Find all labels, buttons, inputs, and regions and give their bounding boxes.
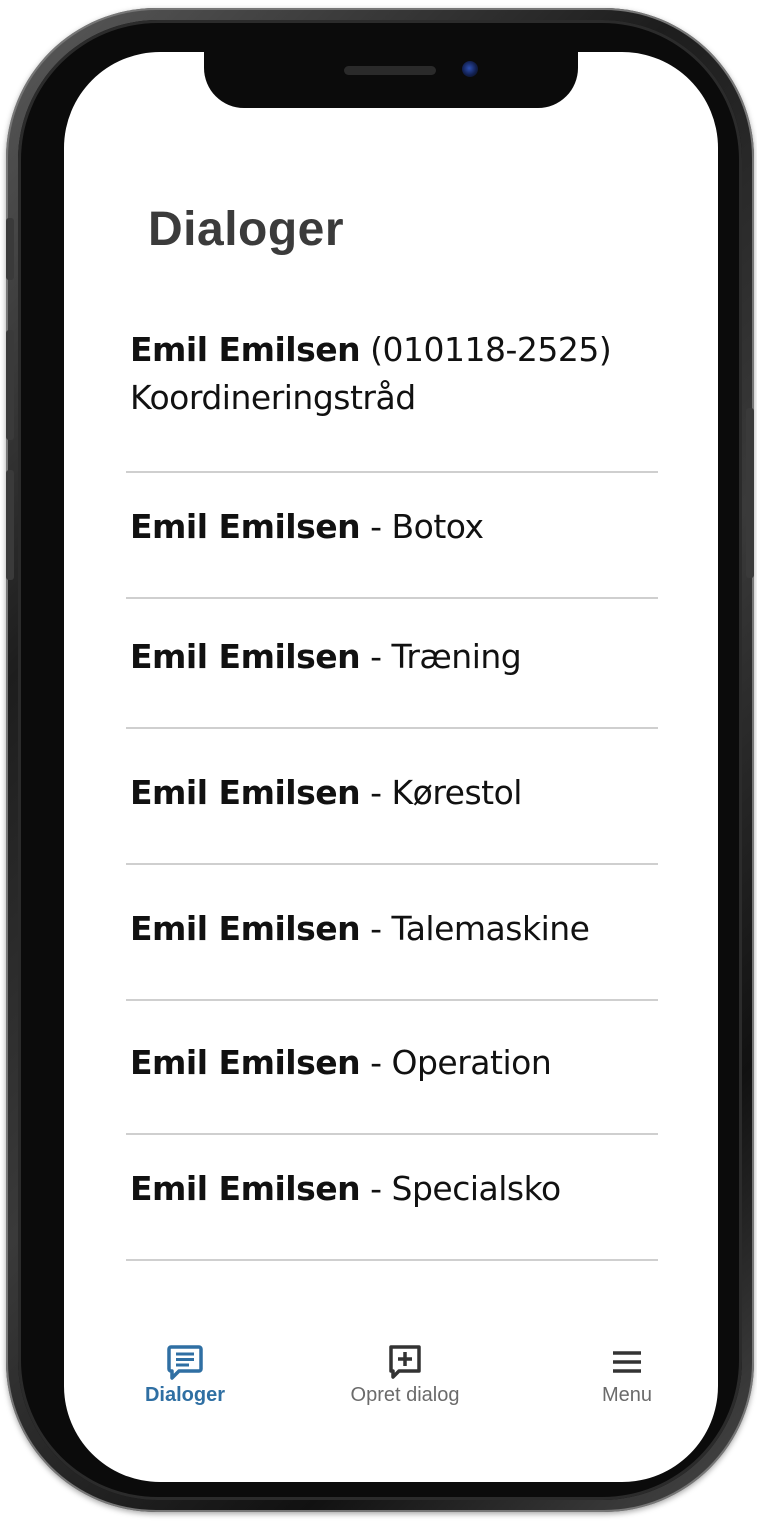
list-item-heading: Emil Emilsen - Kørestol [130, 773, 522, 812]
side-button [746, 408, 754, 578]
list-item-topic: - Specialsko [370, 1169, 561, 1208]
tab-menu[interactable]: Menu [542, 1342, 712, 1407]
list-item-heading: Emil Emilsen - Talemaskine [130, 909, 590, 948]
list-item-heading: Emil Emilsen - Operation [130, 1043, 552, 1082]
list-item[interactable]: Emil Emilsen - Specialsko [126, 1135, 658, 1261]
tab-dialoger[interactable]: Dialoger [100, 1342, 270, 1407]
chat-bubble-icon [167, 1345, 203, 1380]
notch [204, 52, 578, 108]
list-item-name: Emil Emilsen [130, 330, 361, 369]
speaker-grille [344, 66, 436, 75]
list-item-heading: Emil Emilsen - Botox [130, 507, 484, 546]
list-item-name: Emil Emilsen [130, 507, 361, 546]
list-item-topic: - Operation [370, 1043, 552, 1082]
list-item-id: (010118-2525) [370, 330, 612, 369]
list-item[interactable]: Emil Emilsen - Botox [126, 473, 658, 599]
dialog-list: Emil Emilsen (010118-2525) Koordinerings… [126, 324, 658, 1261]
list-item-topic: - Botox [370, 507, 484, 546]
list-item[interactable]: Emil Emilsen - Kørestol [126, 729, 658, 865]
list-item-name: Emil Emilsen [130, 773, 361, 812]
tab-opret-dialog[interactable]: Opret dialog [320, 1342, 490, 1407]
list-item-name: Emil Emilsen [130, 637, 361, 676]
tab-label: Dialoger [144, 1384, 226, 1406]
bottom-tab-bar: Dialoger Opret dialog Menu [64, 1342, 718, 1442]
front-camera [462, 61, 478, 77]
list-item-name: Emil Emilsen [130, 909, 361, 948]
side-button [6, 330, 14, 440]
add-dialog-icon [389, 1345, 421, 1379]
side-button [6, 470, 14, 580]
list-item[interactable]: Emil Emilsen - Træning [126, 599, 658, 729]
list-item[interactable]: Emil Emilsen - Talemaskine [126, 865, 658, 1001]
page-title: Dialoger [148, 203, 345, 256]
tab-label: Menu [601, 1384, 653, 1406]
list-item-heading: Emil Emilsen (010118-2525) [130, 330, 612, 369]
list-item-name: Emil Emilsen [130, 1169, 361, 1208]
side-button [6, 218, 14, 280]
list-item-topic: - Træning [370, 637, 522, 676]
list-item[interactable]: Emil Emilsen - Operation [126, 1001, 658, 1135]
list-item[interactable]: Emil Emilsen (010118-2525) Koordinerings… [126, 324, 658, 473]
app-screen: Dialoger Emil Emilsen (010118-2525) Koor… [64, 52, 718, 1482]
tab-label: Opret dialog [350, 1384, 460, 1406]
list-item-heading: Emil Emilsen - Træning [130, 637, 522, 676]
hamburger-menu-icon [613, 1351, 641, 1373]
list-item-subtitle: Koordineringstråd [130, 378, 416, 417]
list-item-topic: - Kørestol [370, 773, 522, 812]
list-item-heading: Emil Emilsen - Specialsko [130, 1169, 561, 1208]
list-item-name: Emil Emilsen [130, 1043, 361, 1082]
list-item-topic: - Talemaskine [370, 909, 590, 948]
